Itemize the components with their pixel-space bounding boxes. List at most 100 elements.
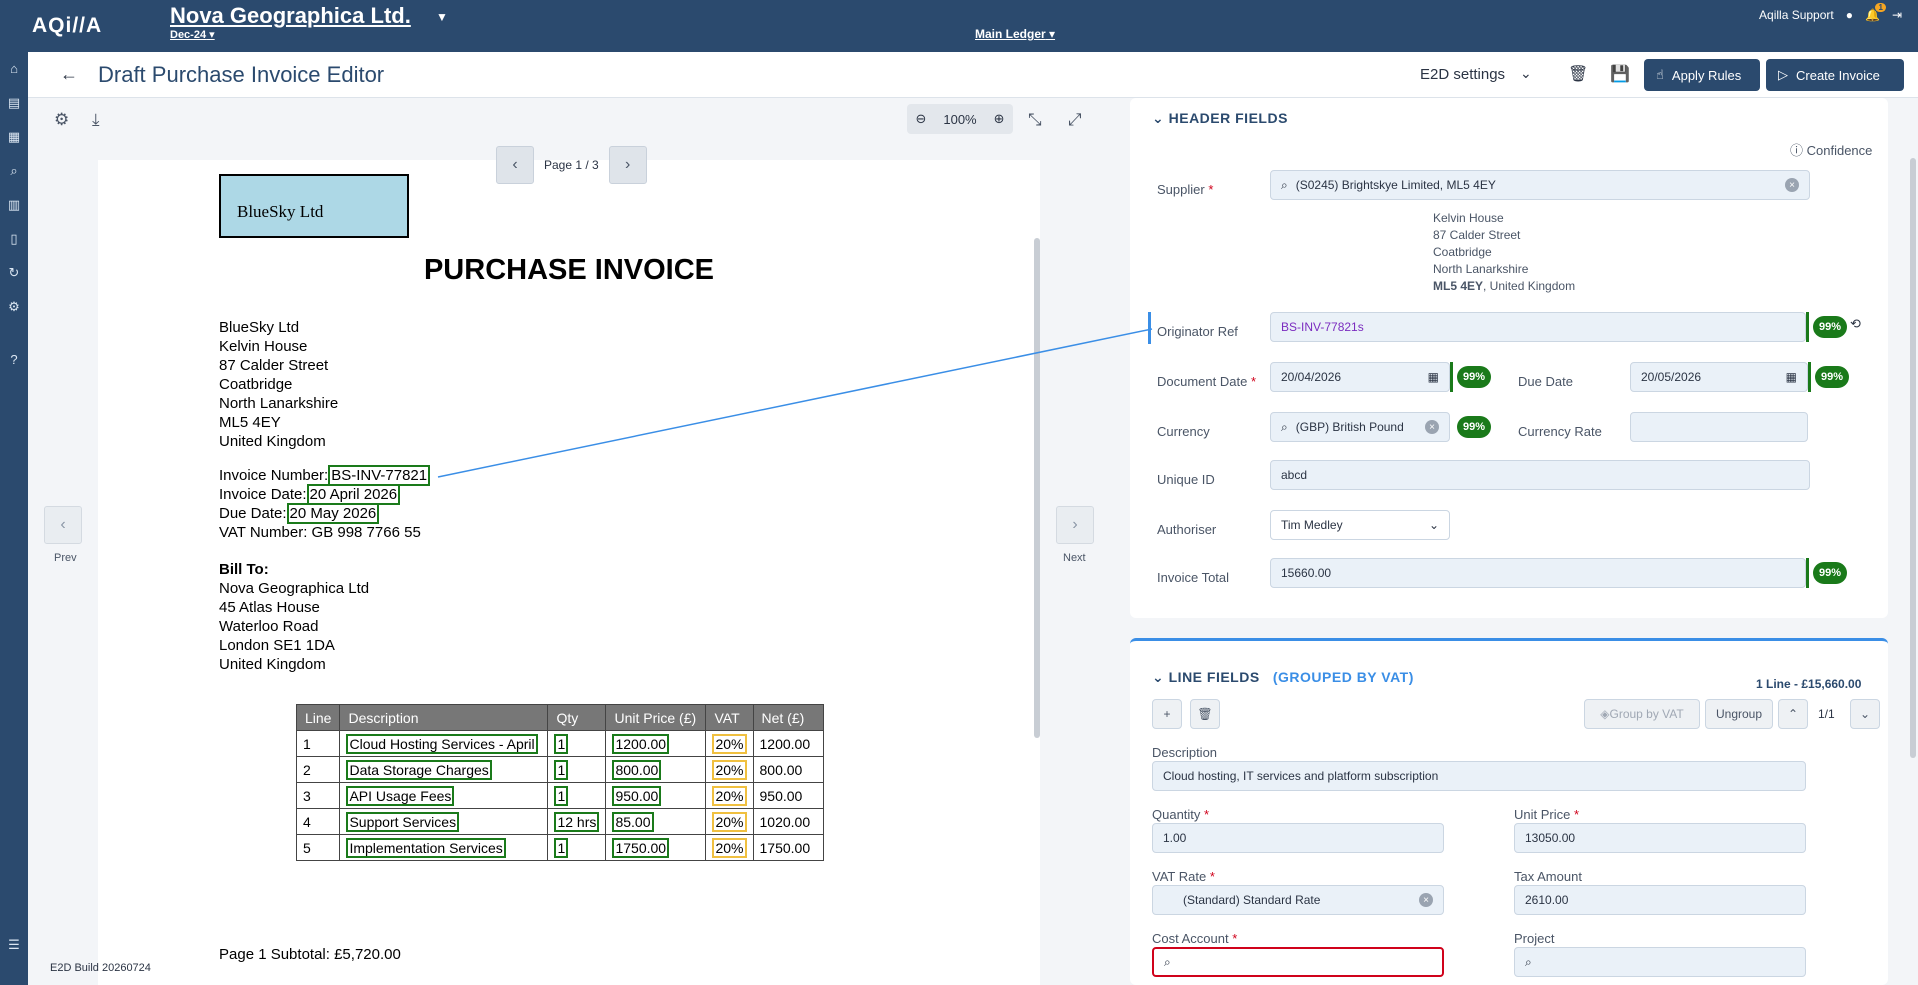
expand-icon[interactable]: ⤢ [1068,110,1082,130]
grid-icon[interactable]: ▦ [6,129,22,145]
collapse-icon[interactable]: ⤡ [1028,110,1042,130]
authoriser-select[interactable]: Tim Medley ⌄ [1270,510,1450,540]
invoice-total-label: Invoice Total [1157,570,1230,585]
gear-icon[interactable]: ⚙ [54,110,69,130]
calendar-icon[interactable]: ▦ [1786,370,1797,384]
gear-icon[interactable]: ⚙ [6,299,22,315]
viewer-scrollbar[interactable] [1034,238,1040,738]
viewer-toolbar: ⚙ ⤓ ⊖ 100% ⊕ ⤡ ⤢ [28,98,1110,142]
supplier-input[interactable]: ⌕ (S0245) Brightskye Limited, ML5 4EY × [1270,170,1810,200]
reset-icon[interactable]: ⟲ [1850,316,1861,332]
vat-rate-input[interactable]: (Standard) Standard Rate × [1152,885,1444,915]
calendar-icon[interactable]: ▦ [1428,370,1439,384]
zoom-in-icon[interactable]: ⊕ [994,111,1005,127]
search-icon: ⌕ [1164,954,1171,969]
header-fields-title[interactable]: ⌄ HEADER FIELDS [1152,110,1288,127]
invoice-total-input[interactable]: 15660.00 [1270,558,1806,588]
clear-icon[interactable]: × [1785,178,1799,192]
refresh-icon[interactable]: ↻ [6,265,22,281]
play-icon: ▷ [1778,67,1788,82]
next-document-button[interactable]: › [1056,506,1094,544]
project-label: Project [1514,931,1555,946]
book-icon[interactable]: ▯ [6,231,22,247]
zoom-out-icon[interactable]: ⊖ [915,111,926,127]
e2d-settings-select[interactable]: E2D settings [1420,66,1505,83]
due-date-highlight[interactable]: 20 May 2026 [286,503,380,524]
reports-icon[interactable]: ▥ [6,197,22,213]
invoice-number-highlight[interactable]: BS-INV-77821 [328,465,431,486]
invoice-date-highlight[interactable]: 20 April 2026 [306,484,401,505]
user-icon[interactable]: ● [1846,8,1853,22]
document-title: PURCHASE INVOICE [423,254,715,286]
line-items-table: Line Description Qty Unit Price (£) VAT … [295,704,824,861]
clear-icon[interactable]: × [1425,420,1439,434]
unit-price-input[interactable]: 13050.00 [1514,823,1806,853]
help-icon[interactable]: ? [6,352,22,368]
prev-label: Prev [54,552,77,564]
next-page-button[interactable]: › [608,146,647,184]
authoriser-label: Authoriser [1157,522,1217,537]
cost-account-input[interactable]: ⌕ [1152,947,1444,977]
unique-id-input[interactable]: abcd [1270,460,1810,490]
prev-page-button[interactable]: ‹ [496,146,534,184]
line-fields-card: ⌄ LINE FIELDS (GROUPED BY VAT) 1 Line - … [1130,638,1888,985]
ungroup-button[interactable]: Ungroup [1705,699,1773,729]
save-icon[interactable]: 💾 [1610,64,1630,84]
add-line-button[interactable]: + [1152,699,1182,729]
ledger-icon[interactable]: ▤ [6,95,22,111]
currency-rate-label: Currency Rate [1518,424,1602,439]
clear-icon[interactable]: × [1419,893,1433,907]
originator-ref-input[interactable]: BS-INV-77821s [1270,312,1806,342]
tax-amount-label: Tax Amount [1514,869,1582,884]
bill-to: Bill To: Nova Geographica Ltd 45 Atlas H… [219,561,370,673]
sliders-icon[interactable]: ☰ [6,937,22,953]
document-date-input[interactable]: 20/04/2026 ▦ [1270,362,1450,392]
create-invoice-button[interactable]: ▷ Create Invoice [1766,59,1904,91]
search-icon[interactable]: ⌕ [6,163,22,179]
previous-line-button[interactable]: ⌃ [1778,699,1808,729]
period-selector[interactable]: Dec-24 ▾ [170,28,215,41]
delete-icon[interactable]: 🗑 [1568,64,1588,84]
description-input[interactable]: Cloud hosting, IT services and platform … [1152,761,1806,791]
chevron-down-icon[interactable]: ⌄ [1520,65,1532,82]
home-icon[interactable]: ⌂ [6,61,22,77]
project-input[interactable]: ⌕ [1514,947,1806,977]
ledger-selector[interactable]: Main Ledger ▾ [975,27,1055,41]
next-line-button[interactable]: ⌄ [1850,699,1880,729]
apply-rules-button[interactable]: ☝ Apply Rules [1644,59,1760,91]
confidence-badge: 99% [1457,416,1492,438]
delete-line-button[interactable]: 🗑 [1190,699,1220,729]
confidence-toggle[interactable]: ⓘ Confidence [1790,140,1872,159]
vat-rate-label: VAT Rate * [1152,869,1215,884]
tax-amount-input[interactable]: 2610.00 [1514,885,1806,915]
quantity-input[interactable]: 1.00 [1152,823,1444,853]
header-fields-card: ⌄ HEADER FIELDS ⓘ Confidence Supplier * … [1130,98,1888,618]
logout-icon[interactable]: ⇥ [1892,8,1902,22]
app-logo[interactable]: AQi//A [32,14,102,38]
invoice-page: BlueSky Ltd PURCHASE INVOICE BlueSky Ltd… [98,160,1040,985]
prev-document-button[interactable]: ‹ [44,506,82,544]
confidence-badge: 99% [1813,562,1848,584]
line-fields-title[interactable]: ⌄ LINE FIELDS (GROUPED BY VAT) [1152,669,1414,686]
group-by-vat-button[interactable]: ◈ Group by VAT [1584,699,1700,729]
confidence-badge: 99% [1457,366,1492,388]
confidence-bar [1450,362,1453,392]
panel-scrollbar[interactable] [1910,158,1916,758]
chevron-down-icon: ⌄ [1428,518,1439,532]
chevron-down-icon[interactable]: ▼ [436,10,448,24]
table-header-row: Line Description Qty Unit Price (£) VAT … [295,704,824,731]
back-arrow-icon[interactable]: ← [60,64,78,85]
notification-bell-icon[interactable]: 🔔 1 [1865,3,1886,22]
table-row: 2 Data Storage Charges 1 800.00 20% 800.… [295,756,824,783]
user-name[interactable]: Aqilla Support [1759,8,1834,22]
due-date-input[interactable]: 20/05/2026 ▦ [1630,362,1808,392]
company-selector[interactable]: Nova Geographica Ltd. [170,3,411,29]
build-label: E2D Build 20260724 [50,962,151,974]
due-date-label: Due Date [1518,374,1573,389]
zoom-level: 100% [943,111,977,127]
currency-rate-input[interactable] [1630,412,1808,442]
currency-input[interactable]: ⌕(GBP) British Pound(B× [1270,412,1450,442]
page-subtotal: Page 1 Subtotal: £5,720.00 [219,946,401,963]
download-icon[interactable]: ⤓ [92,110,100,130]
fields-panel: ⌄ HEADER FIELDS ⓘ Confidence Supplier * … [1110,98,1918,985]
